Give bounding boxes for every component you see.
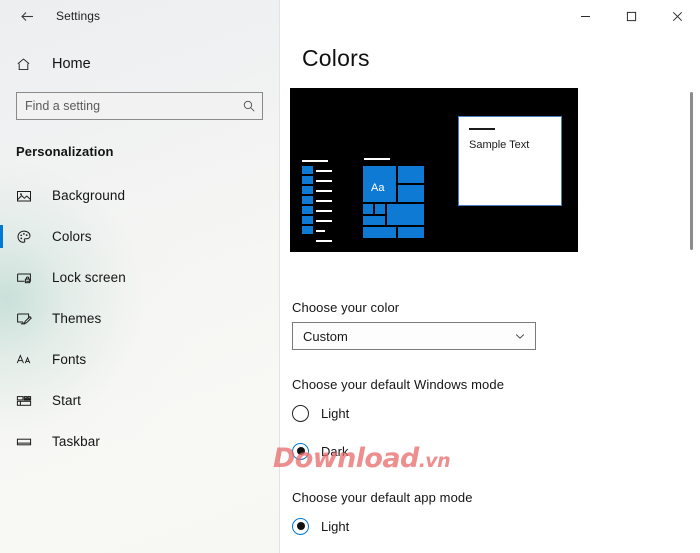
preview-tile [363, 204, 373, 214]
preview-tile [363, 227, 396, 238]
home-label: Home [52, 56, 91, 72]
preview-tile [398, 227, 424, 238]
sidebar-item-label: Themes [52, 311, 102, 326]
preview-rail-label [316, 210, 332, 212]
settings-window: Settings Home Personalization [0, 0, 700, 553]
preview-tile: Aa [363, 166, 396, 202]
lock-screen-icon [16, 270, 38, 286]
sidebar-item-label: Start [52, 393, 82, 408]
themes-icon [16, 311, 38, 327]
preview-rail-label [316, 240, 332, 242]
preview-sample-window: Sample Text [458, 116, 562, 206]
radio-button[interactable] [292, 517, 309, 535]
preview-tile-text: Aa [371, 182, 385, 194]
sidebar-item-label: Background [52, 188, 126, 203]
preview-rail-label [316, 180, 332, 182]
preview-rail-cell [302, 186, 313, 194]
search-box[interactable] [16, 92, 263, 120]
app-title: Settings [56, 9, 101, 23]
sidebar-section-title: Personalization [16, 144, 114, 159]
preview-tile [398, 185, 424, 202]
preview-start-tiles: Aa [363, 158, 427, 242]
vertical-scrollbar[interactable] [686, 38, 698, 553]
choose-color-value: Custom [303, 328, 348, 344]
taskbar-icon [16, 434, 38, 450]
sidebar-item-taskbar[interactable]: Taskbar [0, 421, 279, 462]
sidebar-item-fonts[interactable]: Fonts [0, 339, 279, 380]
radio-button[interactable] [292, 442, 309, 460]
back-arrow-icon[interactable] [12, 2, 42, 30]
picture-icon [16, 188, 38, 204]
preview-tile [387, 204, 424, 225]
app-mode-label: Choose your default app mode [292, 490, 473, 505]
preview-sample-text: Sample Text [469, 139, 530, 151]
start-icon [16, 393, 38, 409]
sidebar-item-start[interactable]: Start [0, 380, 279, 421]
preview-sample-title-bar [469, 128, 495, 130]
preview-rail-label [316, 200, 332, 202]
window-controls [562, 0, 700, 32]
preview-rail-cell [302, 166, 313, 174]
preview-tile [363, 216, 385, 225]
close-button[interactable] [654, 0, 700, 32]
preview-tile [398, 166, 424, 183]
preview-rail-label [316, 230, 325, 232]
maximize-button[interactable] [608, 0, 654, 32]
home-icon [16, 57, 38, 72]
radio-label: Dark [321, 443, 349, 459]
search-input[interactable] [17, 93, 236, 119]
sidebar-item-label: Fonts [52, 352, 87, 367]
windows-mode-option-light[interactable]: Light [292, 402, 349, 424]
sidebar-item-colors[interactable]: Colors [0, 216, 279, 257]
sidebar-item-themes[interactable]: Themes [0, 298, 279, 339]
preview-rail-cell [302, 216, 313, 224]
sidebar-nav: Background Colors Lock screen Themes Fon… [0, 175, 279, 462]
sidebar: Settings Home Personalization [0, 0, 280, 553]
preview-rail-label [316, 170, 332, 172]
choose-color-label: Choose your color [292, 300, 400, 315]
radio-button[interactable] [292, 404, 309, 422]
minimize-button[interactable] [562, 0, 608, 32]
app-mode-option-light[interactable]: Light [292, 515, 349, 537]
preview-rail-cell [302, 176, 313, 184]
preview-rail-label [316, 190, 332, 192]
preview-rail-labels [316, 170, 332, 250]
sidebar-item-background[interactable]: Background [0, 175, 279, 216]
title-bar: Settings [0, 0, 279, 32]
radio-label: Light [321, 518, 350, 534]
preview-tile [375, 204, 385, 214]
choose-color-dropdown[interactable]: Custom [292, 322, 536, 350]
page-title: Colors [302, 45, 370, 71]
search-icon[interactable] [236, 99, 262, 113]
windows-mode-label: Choose your default Windows mode [292, 377, 505, 392]
palette-icon [16, 229, 38, 245]
chevron-down-icon[interactable] [505, 330, 535, 342]
preview-rail-cell [302, 196, 313, 204]
radio-label: Light [321, 405, 350, 421]
fonts-icon [16, 352, 38, 368]
color-preview: Aa Sample Text [290, 88, 578, 252]
preview-tiles-title-bar [364, 158, 390, 160]
preview-rail-title-bar [302, 160, 328, 162]
sidebar-item-label: Colors [52, 229, 92, 244]
windows-mode-option-dark[interactable]: Dark [292, 440, 348, 462]
selection-indicator [0, 225, 3, 248]
main-content: Colors Aa Sample Text Choose your color … [280, 0, 700, 553]
preview-rail-label [316, 220, 332, 222]
sidebar-item-lock-screen[interactable]: Lock screen [0, 257, 279, 298]
sidebar-item-label: Taskbar [52, 434, 100, 449]
preview-start-rail [302, 160, 332, 242]
preview-rail-cell [302, 206, 313, 214]
sidebar-item-label: Lock screen [52, 270, 126, 285]
sidebar-item-home[interactable]: Home [0, 44, 279, 84]
scrollbar-thumb[interactable] [690, 92, 693, 250]
preview-rail-cell [302, 226, 313, 234]
